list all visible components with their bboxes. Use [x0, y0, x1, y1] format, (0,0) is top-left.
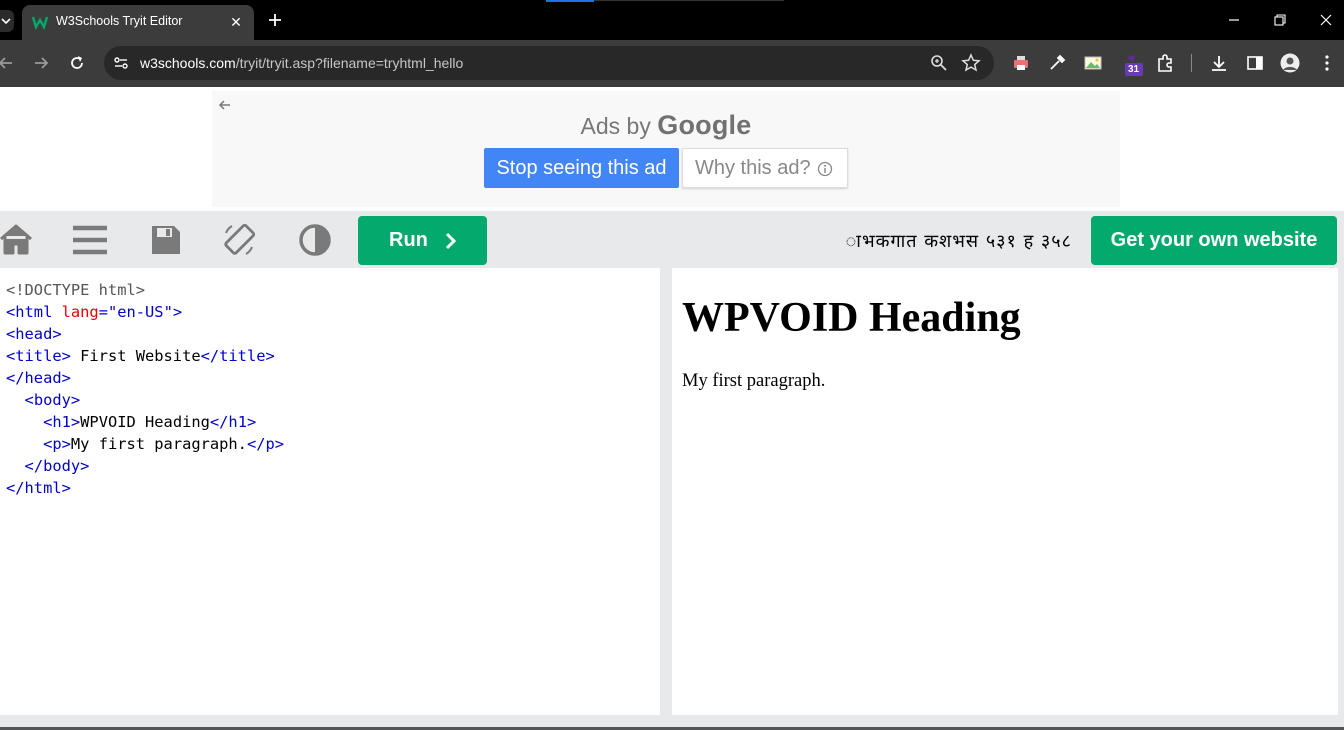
get-your-own-website-button[interactable]: Get your own website: [1091, 216, 1337, 265]
rotate-orientation-icon[interactable]: [222, 223, 256, 257]
ad-strip: Ads by Google Stop seeing this ad Why th…: [0, 87, 1344, 211]
chevron-down-icon: [1, 18, 11, 25]
ads-by-google-label: Ads by Google: [212, 110, 1120, 141]
code-body-close: </body>: [24, 457, 90, 475]
url-text[interactable]: w3schools.com/tryit/tryit.asp?filename=t…: [140, 55, 463, 71]
toolbar-text: ाभकगात कशभस ५३१ ह ३५८: [845, 231, 1072, 252]
code-eq: =: [98, 303, 108, 321]
code-html-close: </html>: [6, 479, 71, 497]
loading-track: [594, 0, 784, 1]
tab-title: W3Schools Tryit Editor: [56, 14, 183, 28]
save-icon[interactable]: [149, 223, 183, 257]
tab-close-icon[interactable]: ✕: [226, 12, 246, 32]
result-frame: WPVOID Heading My first paragraph.: [672, 268, 1338, 715]
code-html-open: <html: [6, 303, 53, 321]
url-host: w3schools.com: [140, 55, 236, 71]
code-head-close: </head>: [6, 369, 71, 387]
bookmark-star-icon[interactable]: [961, 53, 981, 73]
menu-hamburger-icon[interactable]: [73, 223, 107, 257]
calendar-extension-icon[interactable]: 31: [1121, 53, 1143, 76]
code-lang-attr: lang: [52, 303, 99, 321]
loading-indicator: [546, 0, 594, 2]
code-h1-text: WPVOID Heading: [80, 413, 210, 431]
code-html-gt: >: [172, 303, 183, 321]
page-viewport: Ads by Google Stop seeing this ad Why th…: [0, 87, 1344, 730]
extensions-puzzle-icon[interactable]: [1155, 53, 1175, 73]
browser-tab-bar: W3Schools Tryit Editor ✕: [0, 0, 1344, 40]
ads-by-text: Ads by: [580, 113, 658, 139]
printer-extension-icon[interactable]: [1011, 53, 1031, 73]
result-heading: WPVOID Heading: [682, 295, 1021, 341]
code-head-open: <head>: [6, 325, 62, 343]
restore-icon[interactable]: [1270, 10, 1290, 30]
download-icon[interactable]: [1209, 53, 1229, 73]
code-p-close: </p>: [246, 435, 285, 453]
image-extension-icon[interactable]: [1083, 53, 1103, 73]
code-h1-close: </h1>: [209, 413, 257, 431]
minimize-icon[interactable]: [1224, 10, 1244, 30]
why-this-ad-button[interactable]: Why this ad?: [682, 148, 848, 188]
toolbar-divider: [1191, 54, 1192, 72]
profile-avatar-icon[interactable]: [1280, 53, 1300, 73]
back-arrow-icon[interactable]: [0, 53, 16, 73]
site-info-icon[interactable]: [112, 54, 130, 72]
w3schools-favicon-icon: [32, 16, 48, 30]
tab-w3schools[interactable]: W3Schools Tryit Editor ✕: [22, 5, 254, 40]
reload-icon[interactable]: [67, 53, 87, 73]
code-editor[interactable]: <!DOCTYPE html> <html lang="en-US"> <hea…: [0, 268, 660, 715]
forward-arrow-icon[interactable]: [31, 53, 51, 73]
code-lang-value: "en-US": [107, 303, 173, 321]
code-title-text: First Website: [70, 347, 201, 365]
home-icon[interactable]: [0, 223, 33, 257]
zoom-icon[interactable]: [930, 54, 948, 72]
stop-seeing-ad-button[interactable]: Stop seeing this ad: [484, 148, 679, 188]
tab-search-button[interactable]: [0, 10, 14, 32]
info-icon: [817, 161, 833, 177]
address-bar[interactable]: w3schools.com/tryit/tryit.asp?filename=t…: [104, 46, 994, 80]
google-wordmark: Google: [657, 110, 752, 140]
result-paragraph: My first paragraph.: [682, 371, 826, 391]
why-this-ad-label: Why this ad?: [695, 156, 811, 179]
extension-badge: 31: [1128, 64, 1140, 75]
run-label: Run: [389, 229, 428, 251]
tryit-toolbar: Run ाभकगात कशभस ५३१ ह ३५८ Get your own w…: [0, 211, 1344, 268]
bottom-strip: [0, 715, 1344, 730]
code-p-open: <p>: [43, 435, 71, 453]
code-doctype: <!DOCTYPE html>: [6, 281, 145, 299]
url-path: /tryit/tryit.asp?filename=tryhtml_hello: [235, 55, 464, 71]
close-window-icon[interactable]: [1316, 10, 1336, 30]
code-title-close: </title>: [200, 347, 275, 365]
code-title-open: <title>: [6, 347, 71, 365]
code-p-text: My first paragraph.: [70, 435, 247, 453]
code-text[interactable]: <!DOCTYPE html> <html lang="en-US"> <hea…: [6, 279, 284, 499]
menu-dots-icon[interactable]: [1317, 53, 1337, 73]
code-h1-open: <h1>: [43, 413, 81, 431]
side-panel-icon[interactable]: [1245, 53, 1265, 73]
run-button[interactable]: Run: [358, 216, 487, 265]
eyedropper-icon[interactable]: [1047, 53, 1067, 73]
pane-splitter[interactable]: [660, 268, 672, 715]
code-body-open: <body>: [24, 391, 81, 409]
theme-contrast-icon[interactable]: [298, 223, 332, 257]
google-ad-box: Ads by Google Stop seeing this ad Why th…: [212, 91, 1120, 207]
new-tab-plus-icon[interactable]: [264, 9, 286, 31]
chevron-right-icon: [445, 232, 457, 250]
